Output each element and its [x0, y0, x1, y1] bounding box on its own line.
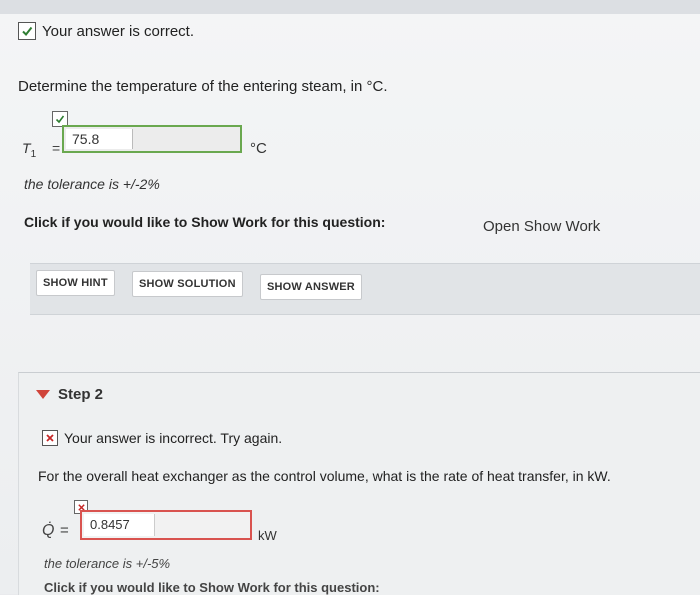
equals-sign: =: [60, 522, 69, 539]
show-hint-button[interactable]: SHOW HINT: [36, 270, 115, 296]
open-show-work-link[interactable]: Open Show Work: [483, 218, 600, 235]
page: Your answer is correct. Determine the te…: [0, 0, 700, 595]
checkmark-icon: [18, 22, 36, 40]
answer-input-field[interactable]: 0.8457: [80, 510, 252, 540]
variable-subscript: 1: [30, 148, 37, 160]
answer-input-value[interactable]: 75.8: [66, 129, 133, 149]
step-label[interactable]: Step 2: [58, 386, 103, 403]
unit-label: kW: [258, 528, 277, 543]
x-icon: [42, 430, 58, 446]
question-text: Determine the temperature of the enterin…: [18, 78, 388, 95]
disclosure-triangle-icon[interactable]: [36, 390, 50, 399]
unit-label: °C: [250, 140, 267, 157]
variable-label: T1: [22, 140, 36, 160]
question-text: For the overall heat exchanger as the co…: [38, 468, 611, 484]
correct-text: Your answer is correct.: [42, 22, 195, 40]
show-answer-button[interactable]: SHOW ANSWER: [260, 274, 362, 300]
incorrect-banner: Your answer is incorrect. Try again.: [42, 430, 282, 446]
variable-label: Q̇: [42, 522, 55, 539]
show-work-prompt: Click if you would like to Show Work for…: [44, 580, 380, 595]
answer-input-field[interactable]: 75.8: [62, 125, 242, 153]
tolerance-text: the tolerance is +/-5%: [44, 556, 171, 571]
tolerance-text: the tolerance is +/-2%: [24, 176, 160, 192]
top-band: [0, 0, 700, 14]
show-solution-button[interactable]: SHOW SOLUTION: [132, 271, 243, 297]
correct-banner: Your answer is correct.: [18, 22, 194, 40]
equals-sign: =: [52, 140, 61, 156]
hint-buttons-panel: SHOW HINT SHOW SOLUTION SHOW ANSWER: [30, 263, 700, 315]
variable-name: T: [22, 140, 31, 156]
incorrect-text: Your answer is incorrect. Try again.: [64, 430, 283, 446]
answer-input-value[interactable]: 0.8457: [84, 514, 155, 536]
show-work-prompt: Click if you would like to Show Work for…: [24, 214, 386, 230]
